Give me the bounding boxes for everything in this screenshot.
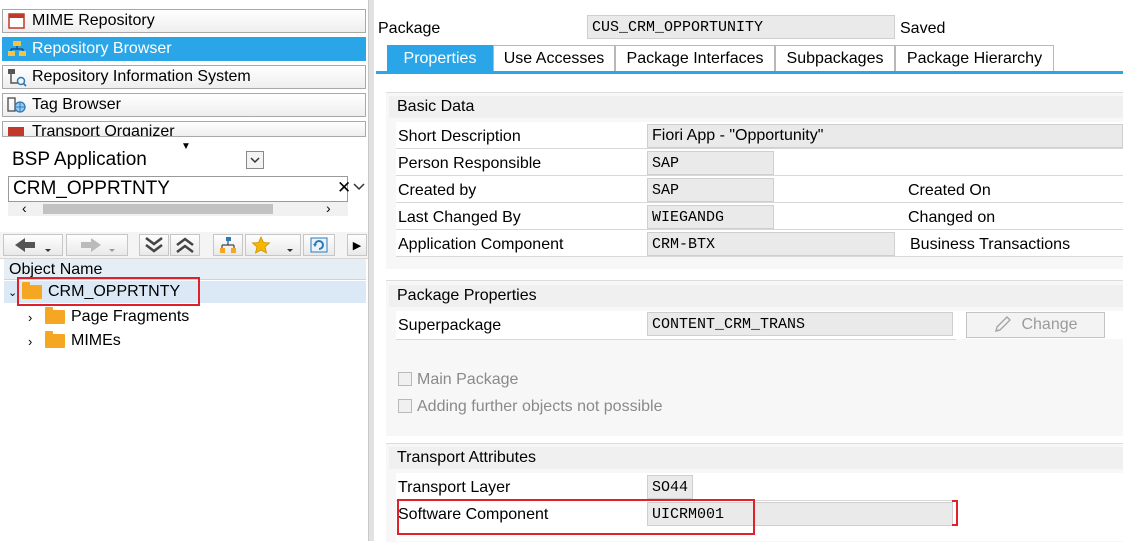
main-package-label: Main Package (417, 371, 519, 388)
last-changed-by-field[interactable]: WIEGANDG (647, 205, 774, 229)
transport-layer-field[interactable]: SO44 (647, 475, 693, 499)
tab-use-accesses[interactable]: Use Accesses (493, 45, 615, 71)
arrow-left-icon (15, 238, 51, 252)
nav-label: Repository Browser (32, 40, 172, 57)
tab-package-interfaces[interactable]: Package Interfaces (615, 45, 775, 71)
repository-info-icon (8, 69, 27, 87)
superpackage-label: Superpackage (398, 317, 502, 334)
adding-objects-checkbox[interactable] (398, 399, 412, 413)
row-divider (396, 148, 1123, 149)
tab-properties[interactable]: Properties (387, 45, 493, 71)
highlight-box (17, 277, 200, 306)
nav-label: Transport Organizer (32, 123, 175, 137)
repository-browser-icon (8, 41, 26, 56)
change-button-label: Change (1021, 316, 1078, 333)
hierarchy-icon (220, 237, 236, 253)
change-button[interactable]: Change (966, 312, 1105, 338)
short-description-label: Short Description (398, 128, 521, 145)
mime-repository-icon (8, 13, 25, 29)
more-button[interactable]: ▶ (347, 234, 367, 256)
nav-label: MIME Repository (32, 12, 155, 29)
application-component-description: Business Transactions (910, 236, 1071, 253)
transport-layer-label: Transport Layer (398, 479, 511, 496)
back-button[interactable] (3, 234, 63, 256)
object-name-input[interactable]: CRM_OPPRTNTY (8, 176, 348, 202)
tag-browser-icon (7, 97, 26, 113)
double-chevron-up-icon (176, 237, 194, 253)
highlight-box (397, 499, 755, 535)
folder-icon (45, 331, 65, 348)
tree-toolbar: ▶ (0, 232, 368, 259)
scroll-right-icon[interactable]: › (326, 200, 331, 216)
tree-node-label: MIMEs (71, 332, 121, 349)
nav-tag-browser[interactable]: Tag Browser (2, 93, 366, 117)
created-by-field[interactable]: SAP (647, 178, 774, 202)
star-icon (251, 236, 293, 254)
changed-on-label: Changed on (908, 209, 996, 226)
nav-mime-repository[interactable]: MIME Repository (2, 9, 366, 33)
collapse-all-button[interactable] (170, 234, 200, 256)
refresh-icon (310, 237, 328, 253)
short-description-field[interactable]: Fiori App - "Opportunity" (647, 124, 1123, 148)
basic-data-title: Basic Data (389, 96, 1123, 118)
scrollbar-thumb[interactable] (43, 204, 273, 214)
horizontal-scrollbar[interactable]: ‹ › (8, 200, 348, 216)
highlight-marker (952, 500, 958, 526)
object-type-value: BSP Application (12, 149, 147, 170)
created-by-label: Created by (398, 182, 477, 199)
pencil-icon (995, 316, 1012, 332)
created-on-label: Created On (908, 182, 991, 199)
person-responsible-field[interactable]: SAP (647, 151, 774, 175)
nav-repository-browser[interactable]: Repository Browser (2, 37, 366, 61)
arrow-right-icon (81, 238, 115, 252)
adding-objects-label: Adding further objects not possible (417, 398, 663, 415)
expand-all-button[interactable] (139, 234, 169, 256)
application-component-field[interactable]: CRM-BTX (647, 232, 895, 256)
tree-node-label: Page Fragments (71, 308, 190, 325)
chevron-down-icon[interactable] (353, 180, 365, 198)
tab-underline (376, 71, 1123, 74)
transport-organizer-icon (8, 127, 24, 136)
tab-package-hierarchy[interactable]: Package Hierarchy (895, 45, 1054, 71)
person-responsible-label: Person Responsible (398, 155, 542, 172)
folder-icon (45, 307, 65, 324)
row-divider (396, 229, 1123, 230)
last-changed-by-label: Last Changed By (398, 209, 521, 226)
tab-subpackages[interactable]: Subpackages (775, 45, 895, 71)
transport-attributes-title: Transport Attributes (389, 447, 1123, 469)
superpackage-field[interactable]: CONTENT_CRM_TRANS (647, 312, 953, 336)
nav-repository-information-system[interactable]: Repository Information System (2, 65, 366, 89)
chevron-right-icon[interactable]: › (28, 310, 45, 325)
tree-row-mimes[interactable]: › MIMEs (28, 330, 121, 352)
nav-transport-organizer[interactable]: Transport Organizer (2, 121, 366, 137)
object-type-select[interactable]: BSP Application ▼ (8, 141, 356, 173)
scroll-left-icon[interactable]: ‹ (22, 200, 27, 216)
favorites-button[interactable] (245, 234, 301, 256)
clear-icon[interactable]: ✕ (337, 178, 351, 198)
package-field[interactable]: CUS_CRM_OPPORTUNITY (587, 15, 895, 39)
chevron-down-icon[interactable] (246, 151, 264, 169)
hierarchy-button[interactable] (213, 234, 243, 256)
left-pane: MIME Repository Repository Browser Repos… (0, 0, 370, 541)
chevron-right-icon[interactable]: › (28, 334, 45, 349)
status-saved: Saved (900, 20, 946, 37)
more-right-icon: ▶ (352, 239, 362, 252)
object-name-value: CRM_OPPRTNTY (13, 178, 170, 199)
tree-row-page-fragments[interactable]: › Page Fragments (28, 306, 189, 328)
nav-label: Repository Information System (32, 68, 251, 85)
forward-button[interactable] (66, 234, 128, 256)
package-label: Package (378, 20, 441, 37)
nav-label: Tag Browser (32, 96, 121, 113)
small-dropdown-icon: ▼ (181, 141, 191, 152)
package-properties-title: Package Properties (389, 285, 1123, 307)
row-divider (396, 175, 1123, 176)
row-divider (396, 256, 1123, 257)
application-component-label: Application Component (398, 236, 564, 253)
double-chevron-down-icon (145, 237, 163, 253)
row-divider (396, 339, 956, 340)
row-divider (396, 202, 1123, 203)
refresh-button[interactable] (303, 234, 335, 256)
main-package-checkbox[interactable] (398, 372, 412, 386)
